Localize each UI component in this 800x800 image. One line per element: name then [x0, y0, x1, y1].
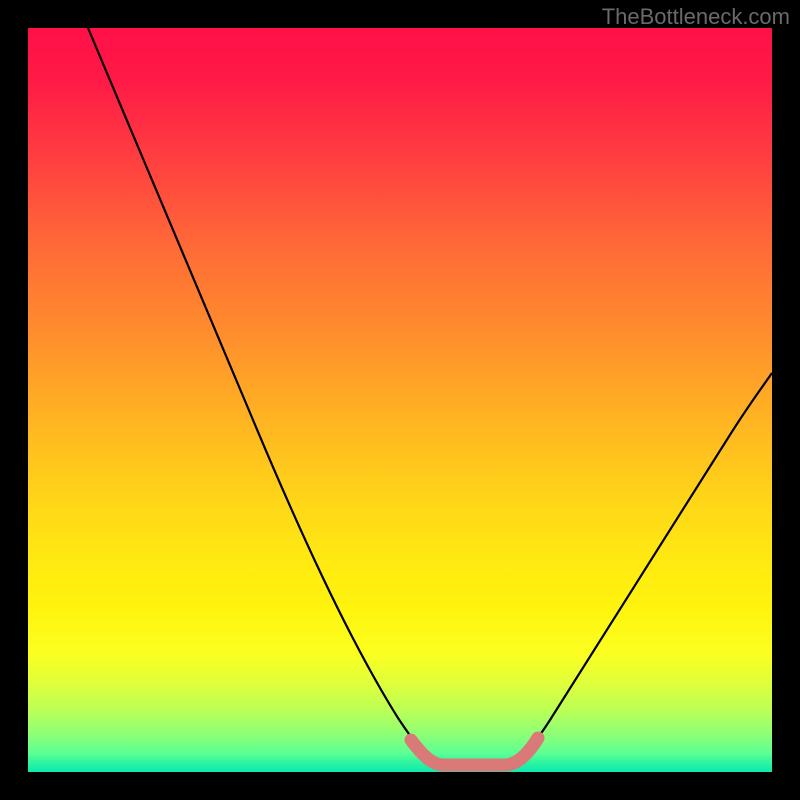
plot-area: [28, 28, 772, 772]
bottleneck-curve: [88, 28, 772, 765]
watermark-text: TheBottleneck.com: [602, 4, 790, 30]
highlight-band: [411, 738, 538, 765]
chart-frame: TheBottleneck.com: [0, 0, 800, 800]
curve-layer: [28, 28, 772, 772]
